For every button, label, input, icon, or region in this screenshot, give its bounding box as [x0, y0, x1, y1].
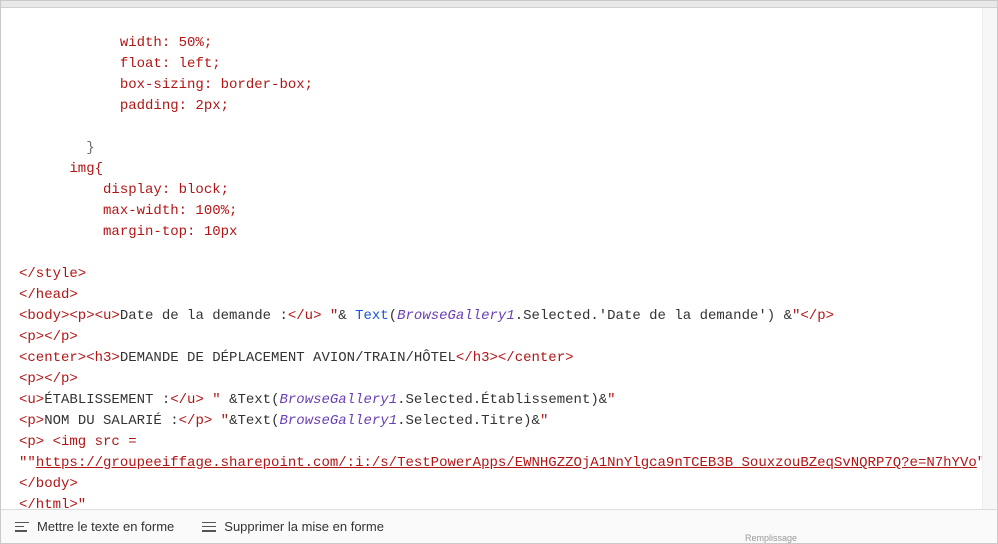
- panel-top-border: [1, 1, 997, 8]
- vertical-scrollbar[interactable]: [982, 8, 997, 509]
- code-line: [19, 245, 27, 261]
- code-line: </head>: [19, 287, 78, 303]
- code-line: float: left;: [19, 56, 221, 72]
- code-line: <u>ÉTABLISSEMENT :</u> " &Text(BrowseGal…: [19, 392, 616, 408]
- code-line: display: block;: [19, 182, 229, 198]
- format-text-label: Mettre le texte en forme: [37, 519, 174, 534]
- code-line: </style>: [19, 266, 86, 282]
- code-line: <p></p>: [19, 329, 78, 345]
- code-line: <body><p><u>Date de la demande :</u> "& …: [19, 308, 834, 324]
- code-line: </html>": [19, 497, 86, 509]
- sharepoint-url[interactable]: https://groupeeiffage.sharepoint.com/:i:…: [36, 455, 977, 471]
- remove-formatting-label: Supprimer la mise en forme: [224, 519, 384, 534]
- code-line: box-sizing: border-box;: [19, 77, 313, 93]
- code-line: <center><h3>DEMANDE DE DÉPLACEMENT AVION…: [19, 350, 574, 366]
- code-line: }: [19, 140, 95, 156]
- code-line: </body>: [19, 476, 78, 492]
- formula-editor-panel: width: 50%; float: left; box-sizing: bor…: [0, 0, 998, 544]
- code-editor[interactable]: width: 50%; float: left; box-sizing: bor…: [1, 8, 997, 509]
- code-line: <p>NOM DU SALARIÉ :</p> "&Text(BrowseGal…: [19, 413, 548, 429]
- format-text-button[interactable]: Mettre le texte en forme: [1, 510, 188, 543]
- code-line: img{: [19, 161, 103, 177]
- code-line: margin-top: 10px: [19, 224, 237, 240]
- code-line: width: 50%;: [19, 35, 212, 51]
- remove-format-icon: [202, 522, 216, 532]
- code-line: <p></p>: [19, 371, 78, 387]
- code-line: [19, 119, 27, 135]
- format-text-icon: [15, 522, 29, 532]
- code-line: <p> <img src =: [19, 434, 145, 450]
- remove-formatting-button[interactable]: Supprimer la mise en forme: [188, 510, 398, 543]
- code-line: padding: 2px;: [19, 98, 229, 114]
- footer-hint-text: Remplissage: [745, 533, 797, 543]
- code-line: max-width: 100%;: [19, 203, 237, 219]
- code-line: ""https://groupeeiffage.sharepoint.com/:…: [19, 455, 997, 471]
- editor-toolbar: Mettre le texte en forme Supprimer la mi…: [1, 509, 997, 543]
